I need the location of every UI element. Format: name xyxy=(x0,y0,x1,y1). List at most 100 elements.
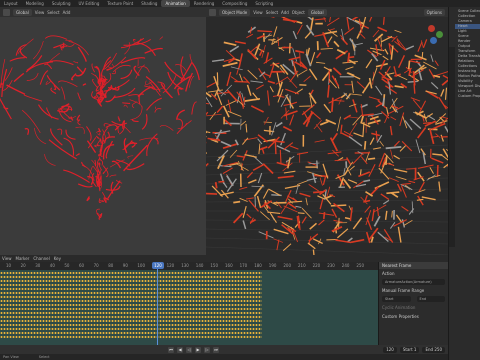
strand-segment xyxy=(322,175,327,186)
select-menu[interactable]: Select xyxy=(47,10,59,15)
keyframe-row[interactable] xyxy=(0,320,262,322)
workspace-tab-rendering[interactable]: Rendering xyxy=(190,0,218,7)
left-viewport[interactable] xyxy=(0,17,206,255)
manual-frame-range-checkbox[interactable]: Manual Frame Range xyxy=(379,286,448,295)
hair-strand xyxy=(124,42,131,55)
keyframe-row[interactable] xyxy=(0,284,262,286)
transform-orientation-dropdown[interactable]: Global xyxy=(13,8,32,16)
strand-cluster-render xyxy=(206,17,448,255)
workspace-tab-scripting[interactable]: Scripting xyxy=(251,0,277,7)
keyframe-row[interactable] xyxy=(0,308,262,310)
strand-segment xyxy=(233,200,241,204)
workspace-tab-uv-editing[interactable]: UV Editing xyxy=(75,0,104,7)
play-reverse-icon[interactable]: ◁ xyxy=(186,346,192,353)
play-icon[interactable]: ▶ xyxy=(195,346,201,353)
keyframe-row[interactable] xyxy=(0,332,262,334)
dopesheet-menu-key[interactable]: Key xyxy=(54,256,61,261)
custom-properties-section[interactable]: Custom Properties xyxy=(379,312,448,321)
workspace-tab-shading[interactable]: Shading xyxy=(137,0,161,7)
options-dropdown[interactable]: Options xyxy=(423,8,445,16)
action-section-header[interactable]: Action xyxy=(379,269,448,278)
strand-segment xyxy=(327,84,330,98)
keyframe-row[interactable] xyxy=(0,300,262,302)
right-viewport-header: Object Mode View Select Add Object Globa… xyxy=(206,7,448,17)
strand-segment xyxy=(391,35,398,42)
range-end-field[interactable]: End xyxy=(416,296,445,302)
keyframe-row[interactable] xyxy=(0,324,262,326)
ruler-tick-label: 160 xyxy=(225,263,233,268)
strand-segment xyxy=(212,59,225,62)
dopesheet-menu-channel[interactable]: Channel xyxy=(33,256,49,261)
ruler-tick-label: 90 xyxy=(122,263,128,268)
playhead-line[interactable] xyxy=(157,262,158,345)
transform-dropdown[interactable]: Global xyxy=(307,8,327,16)
workspace-tab-texture-paint[interactable]: Texture Paint xyxy=(103,0,137,7)
next-key-icon[interactable]: ▷ xyxy=(204,346,210,353)
editor-type-icon[interactable] xyxy=(209,8,216,16)
prev-key-icon[interactable]: ◀ xyxy=(177,346,183,353)
keyframe-row[interactable] xyxy=(0,296,262,298)
strand-segment xyxy=(232,212,244,224)
hair-strand xyxy=(104,136,116,144)
z-axis-gizmo-icon[interactable] xyxy=(430,37,437,44)
hair-strand xyxy=(70,73,77,81)
dopesheet-menu-marker[interactable]: Marker xyxy=(16,256,30,261)
properties-tab-strip[interactable] xyxy=(449,47,455,247)
cyclic-animation-checkbox[interactable]: Cyclic Animation xyxy=(379,303,448,312)
view-menu[interactable]: View xyxy=(253,10,263,15)
nearest-frame-tab[interactable]: Nearest Frame xyxy=(379,262,448,269)
keyframe-row[interactable] xyxy=(0,336,262,338)
strand-segment xyxy=(381,35,393,43)
dopesheet-menu-view[interactable]: View xyxy=(2,256,12,261)
frame-ruler[interactable]: 1020304050607080901001101201301401501601… xyxy=(0,262,378,270)
strand-segment xyxy=(312,238,323,245)
x-axis-gizmo-icon[interactable] xyxy=(428,25,435,32)
strand-segment xyxy=(229,45,240,53)
keyframe-row[interactable] xyxy=(0,276,262,278)
hair-strand xyxy=(77,92,82,101)
keyframe-row[interactable] xyxy=(0,304,262,306)
select-menu[interactable]: Select xyxy=(266,10,278,15)
current-frame-indicator[interactable]: 120 xyxy=(152,262,164,269)
workspace-tab-sculpting[interactable]: Sculpting xyxy=(48,0,75,7)
property-row[interactable]: Custom Properties xyxy=(455,94,480,99)
range-start-field[interactable]: Start xyxy=(382,296,411,302)
ruler-tick-label: 20 xyxy=(20,263,26,268)
keyframe-row[interactable] xyxy=(0,316,262,318)
keyframe-row[interactable] xyxy=(0,312,262,314)
strand-segment xyxy=(223,41,237,47)
object-mode-dropdown[interactable]: Object Mode xyxy=(219,8,251,16)
right-viewport[interactable] xyxy=(206,17,448,255)
workspace-tab-compositing[interactable]: Compositing xyxy=(218,0,251,7)
ruler-tick-label: 150 xyxy=(210,263,219,268)
strand-segment xyxy=(220,140,232,147)
keyframe-rows[interactable] xyxy=(0,270,262,345)
strand-segment xyxy=(279,149,282,164)
editor-type-icon[interactable] xyxy=(3,8,10,16)
strand-segment xyxy=(287,201,297,210)
heart-hair-render xyxy=(0,35,200,220)
strand-segment xyxy=(399,112,405,127)
jump-start-icon[interactable]: ⏮ xyxy=(168,346,174,353)
hair-strand xyxy=(48,139,77,160)
add-menu[interactable]: Add xyxy=(281,10,289,15)
keyframe-row[interactable] xyxy=(0,280,262,282)
object-menu[interactable]: Object xyxy=(292,10,305,15)
workspace-tab-layout[interactable]: Layout xyxy=(0,0,22,7)
workspace-tab-modeling[interactable]: Modeling xyxy=(22,0,48,7)
start-frame-field[interactable]: Start 1 xyxy=(399,346,420,353)
end-frame-field[interactable]: End 250 xyxy=(422,346,445,353)
hair-strand xyxy=(34,127,47,145)
workspace-tab-animation[interactable]: Animation xyxy=(161,0,190,7)
jump-end-icon[interactable]: ⏭ xyxy=(213,346,219,353)
add-menu[interactable]: Add xyxy=(63,10,71,15)
keyframe-row[interactable] xyxy=(0,272,262,274)
current-frame-field[interactable]: 120 xyxy=(383,346,397,353)
keyframe-row[interactable] xyxy=(0,288,262,290)
view-menu[interactable]: View xyxy=(35,10,45,15)
keyframe-row[interactable] xyxy=(0,292,262,294)
strand-segment xyxy=(273,228,289,235)
action-name-field[interactable]: ArmatureAction(Armature) xyxy=(382,279,445,285)
keyframe-row[interactable] xyxy=(0,328,262,330)
y-axis-gizmo-icon[interactable] xyxy=(436,31,443,38)
